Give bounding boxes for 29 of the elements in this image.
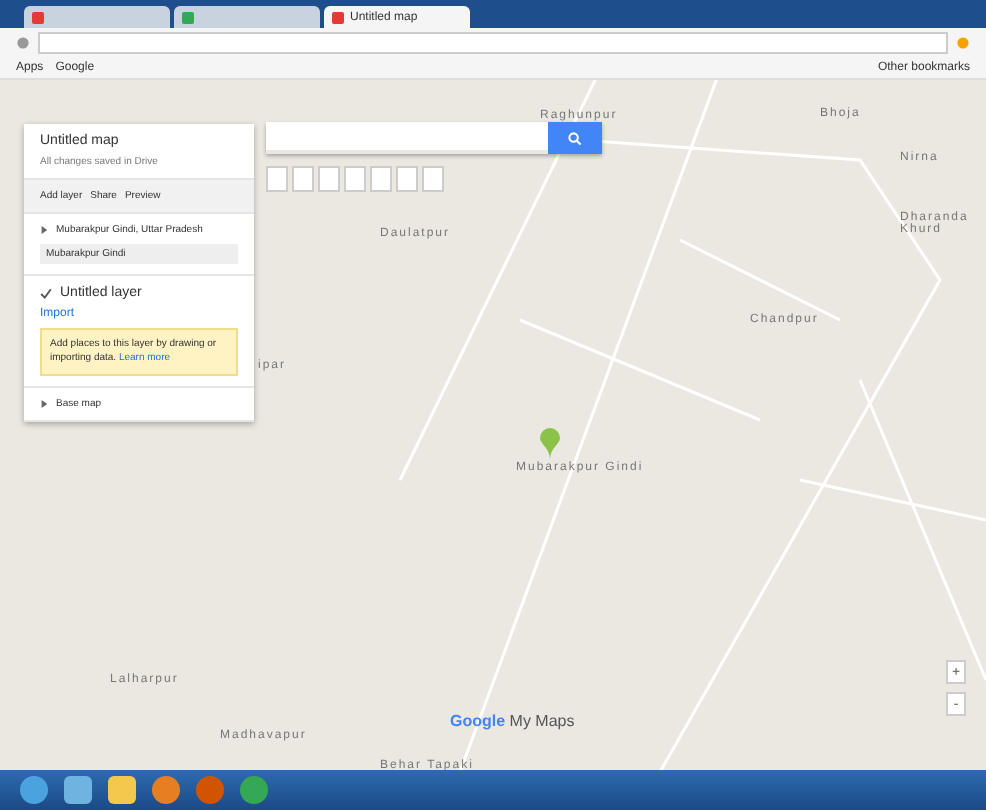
- map-marker-icon[interactable]: [540, 428, 560, 460]
- map-tool-button[interactable]: [422, 166, 444, 192]
- reload-icon: [16, 35, 30, 49]
- profile-icon: [956, 35, 970, 49]
- favicon-icon: [332, 11, 344, 23]
- map-tool-button[interactable]: [396, 166, 418, 192]
- map-tool-button[interactable]: [370, 166, 392, 192]
- search-icon: [568, 131, 582, 145]
- browser-tab[interactable]: [174, 6, 320, 28]
- map-tool-button[interactable]: [266, 166, 288, 192]
- map-tool-button[interactable]: [318, 166, 340, 192]
- expand-arrow-icon[interactable]: [40, 400, 48, 408]
- expand-arrow-icon[interactable]: [40, 226, 48, 234]
- taskbar-app-icon[interactable]: [108, 776, 136, 804]
- search-button[interactable]: [548, 122, 602, 154]
- layer-checkbox[interactable]: [40, 287, 52, 299]
- taskbar-app-icon[interactable]: [20, 776, 48, 804]
- search-field[interactable]: [266, 122, 548, 150]
- address-field[interactable]: [38, 31, 948, 53]
- brand-logo: Google My Maps: [450, 712, 575, 730]
- browser-tab[interactable]: [24, 6, 170, 28]
- taskbar-app-icon[interactable]: [240, 776, 268, 804]
- favicon-icon: [32, 11, 44, 23]
- map-tool-button[interactable]: [292, 166, 314, 192]
- taskbar-app-icon[interactable]: [64, 776, 92, 804]
- map-tool-button[interactable]: [344, 166, 366, 192]
- taskbar-app-icon[interactable]: [196, 776, 224, 804]
- favicon-icon: [182, 11, 194, 23]
- taskbar-app-icon[interactable]: [152, 776, 180, 804]
